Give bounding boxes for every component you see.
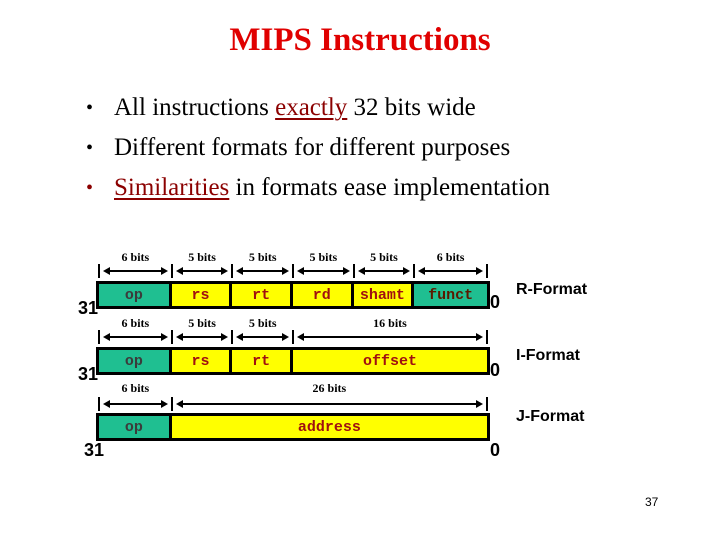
field-offset: offset [293, 350, 487, 372]
width-arrow [236, 333, 289, 341]
field-rs: rs [171, 284, 233, 306]
bit-width-label: 5 bits [309, 250, 338, 264]
field-address: address [171, 416, 487, 438]
bit-boundary-tick [98, 330, 100, 344]
field-rt: rt [232, 284, 293, 306]
bit-boundary-tick [292, 264, 294, 278]
field-op: op [99, 350, 172, 372]
field-op: op [99, 416, 172, 438]
field-rd: rd [293, 284, 354, 306]
high-bit-label: 31 [78, 364, 99, 384]
format-box-r-format: op rs rt rd shamt funct [96, 281, 490, 309]
format-name: J-Format [516, 408, 585, 425]
low-bit-label: 0 [490, 292, 501, 312]
bit-boundary-tick [413, 264, 416, 278]
bit-boundary-tick [98, 264, 100, 278]
bit-width-label: 5 bits [370, 250, 398, 264]
low-bit-label: 0 [490, 360, 501, 380]
bit-boundary-tick [170, 264, 173, 278]
page-number: 37 [645, 495, 659, 509]
width-arrow [297, 333, 483, 341]
field-op: op [99, 284, 172, 306]
bit-width-label: 6 bits [436, 250, 465, 264]
bit-boundary-tick [352, 264, 355, 278]
bit-width-label: 5 bits [188, 250, 216, 264]
width-arrow [357, 267, 410, 275]
low-bit-label: 0 [490, 440, 501, 460]
bit-width-label: 5 bits [188, 316, 216, 330]
width-arrow [175, 400, 484, 408]
high-bit-label: 31 [78, 298, 99, 318]
bit-width-label: 6 bits [121, 250, 150, 264]
field-rs: rs [171, 350, 233, 372]
bit-boundary-tick [170, 397, 173, 411]
field-shamt: shamt [353, 284, 415, 306]
format-name: I-Format [516, 347, 580, 364]
width-arrow [418, 267, 483, 275]
width-arrow [103, 333, 168, 341]
bit-boundary-tick [486, 264, 488, 278]
bit-boundary-tick [231, 330, 234, 344]
format-box-j-format: op address [96, 413, 490, 441]
bit-boundary-tick [231, 264, 234, 278]
bit-boundary-tick [292, 330, 294, 344]
field-rt: rt [232, 350, 293, 372]
instruction-format-diagram: 6 bits 5 bits 5 bits 5 bits 5 bits 6 bits op rs… [0, 0, 720, 540]
bit-width-label: 5 bits [248, 250, 277, 264]
bit-width-label: 5 bits [248, 316, 277, 330]
high-bit-label: 31 [84, 440, 105, 460]
width-arrow [297, 267, 350, 275]
field-funct: funct [414, 284, 487, 306]
bit-boundary-tick [486, 330, 488, 344]
bit-width-label: 6 bits [121, 381, 150, 395]
bit-width-label: 16 bits [373, 316, 407, 330]
width-arrow [175, 333, 228, 341]
bit-width-label: 6 bits [121, 316, 150, 330]
width-arrow [103, 267, 168, 275]
bit-width-label: 26 bits [312, 381, 347, 395]
width-arrow [175, 267, 228, 275]
width-arrow [103, 400, 168, 408]
bit-boundary-tick [170, 330, 173, 344]
format-name: R-Format [516, 281, 588, 298]
bit-boundary-tick [98, 397, 100, 411]
width-arrow [236, 267, 289, 275]
bit-boundary-tick [486, 397, 488, 411]
format-box-i-format: op rs rt offset [96, 347, 490, 375]
